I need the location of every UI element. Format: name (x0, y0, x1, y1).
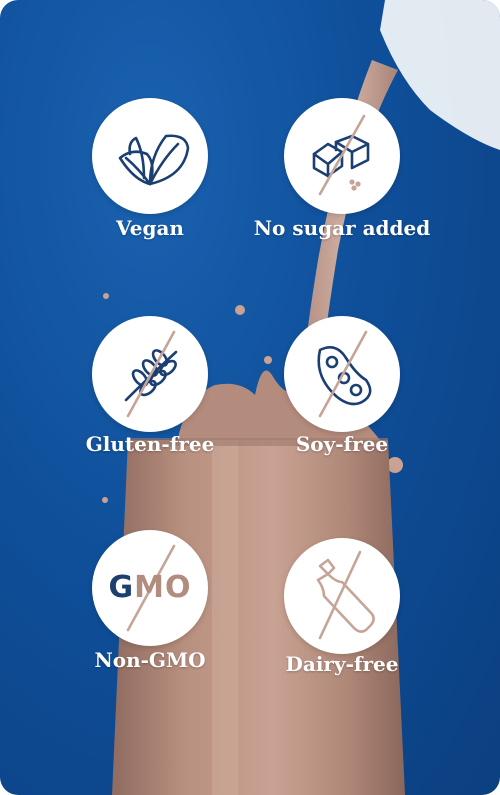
gmo-icon-text: GMO (92, 530, 208, 646)
dairy-free-badge (284, 538, 400, 654)
gluten-free-label: Gluten-free (85, 432, 215, 456)
milk-bottle-crossed-icon (316, 550, 375, 640)
chocolate-milk-glass-image (102, 0, 500, 795)
soy-free-label: Soy-free (295, 432, 389, 456)
vegan-label: Vegan (116, 216, 184, 240)
no-sugar-badge (284, 98, 400, 214)
no-sugar-label: No sugar added (253, 216, 431, 240)
leaf-icon (118, 134, 190, 186)
non-gmo-badge: GMO (92, 530, 208, 646)
product-features-card: Vegan No sugar added Gluten-free Soy-fre… (0, 0, 500, 795)
sugar-cubes-crossed-icon (312, 114, 370, 196)
dairy-free-label: Dairy-free (285, 652, 399, 676)
vegan-badge (92, 98, 208, 214)
wheat-crossed-icon (124, 330, 178, 418)
gmo-letters-mo: MO (134, 570, 192, 605)
gluten-free-badge (92, 316, 208, 432)
soy-free-badge (284, 316, 400, 432)
non-gmo-label: Non-GMO (94, 648, 206, 672)
gmo-letter-g: G (108, 570, 135, 605)
soybean-crossed-icon (317, 330, 372, 418)
